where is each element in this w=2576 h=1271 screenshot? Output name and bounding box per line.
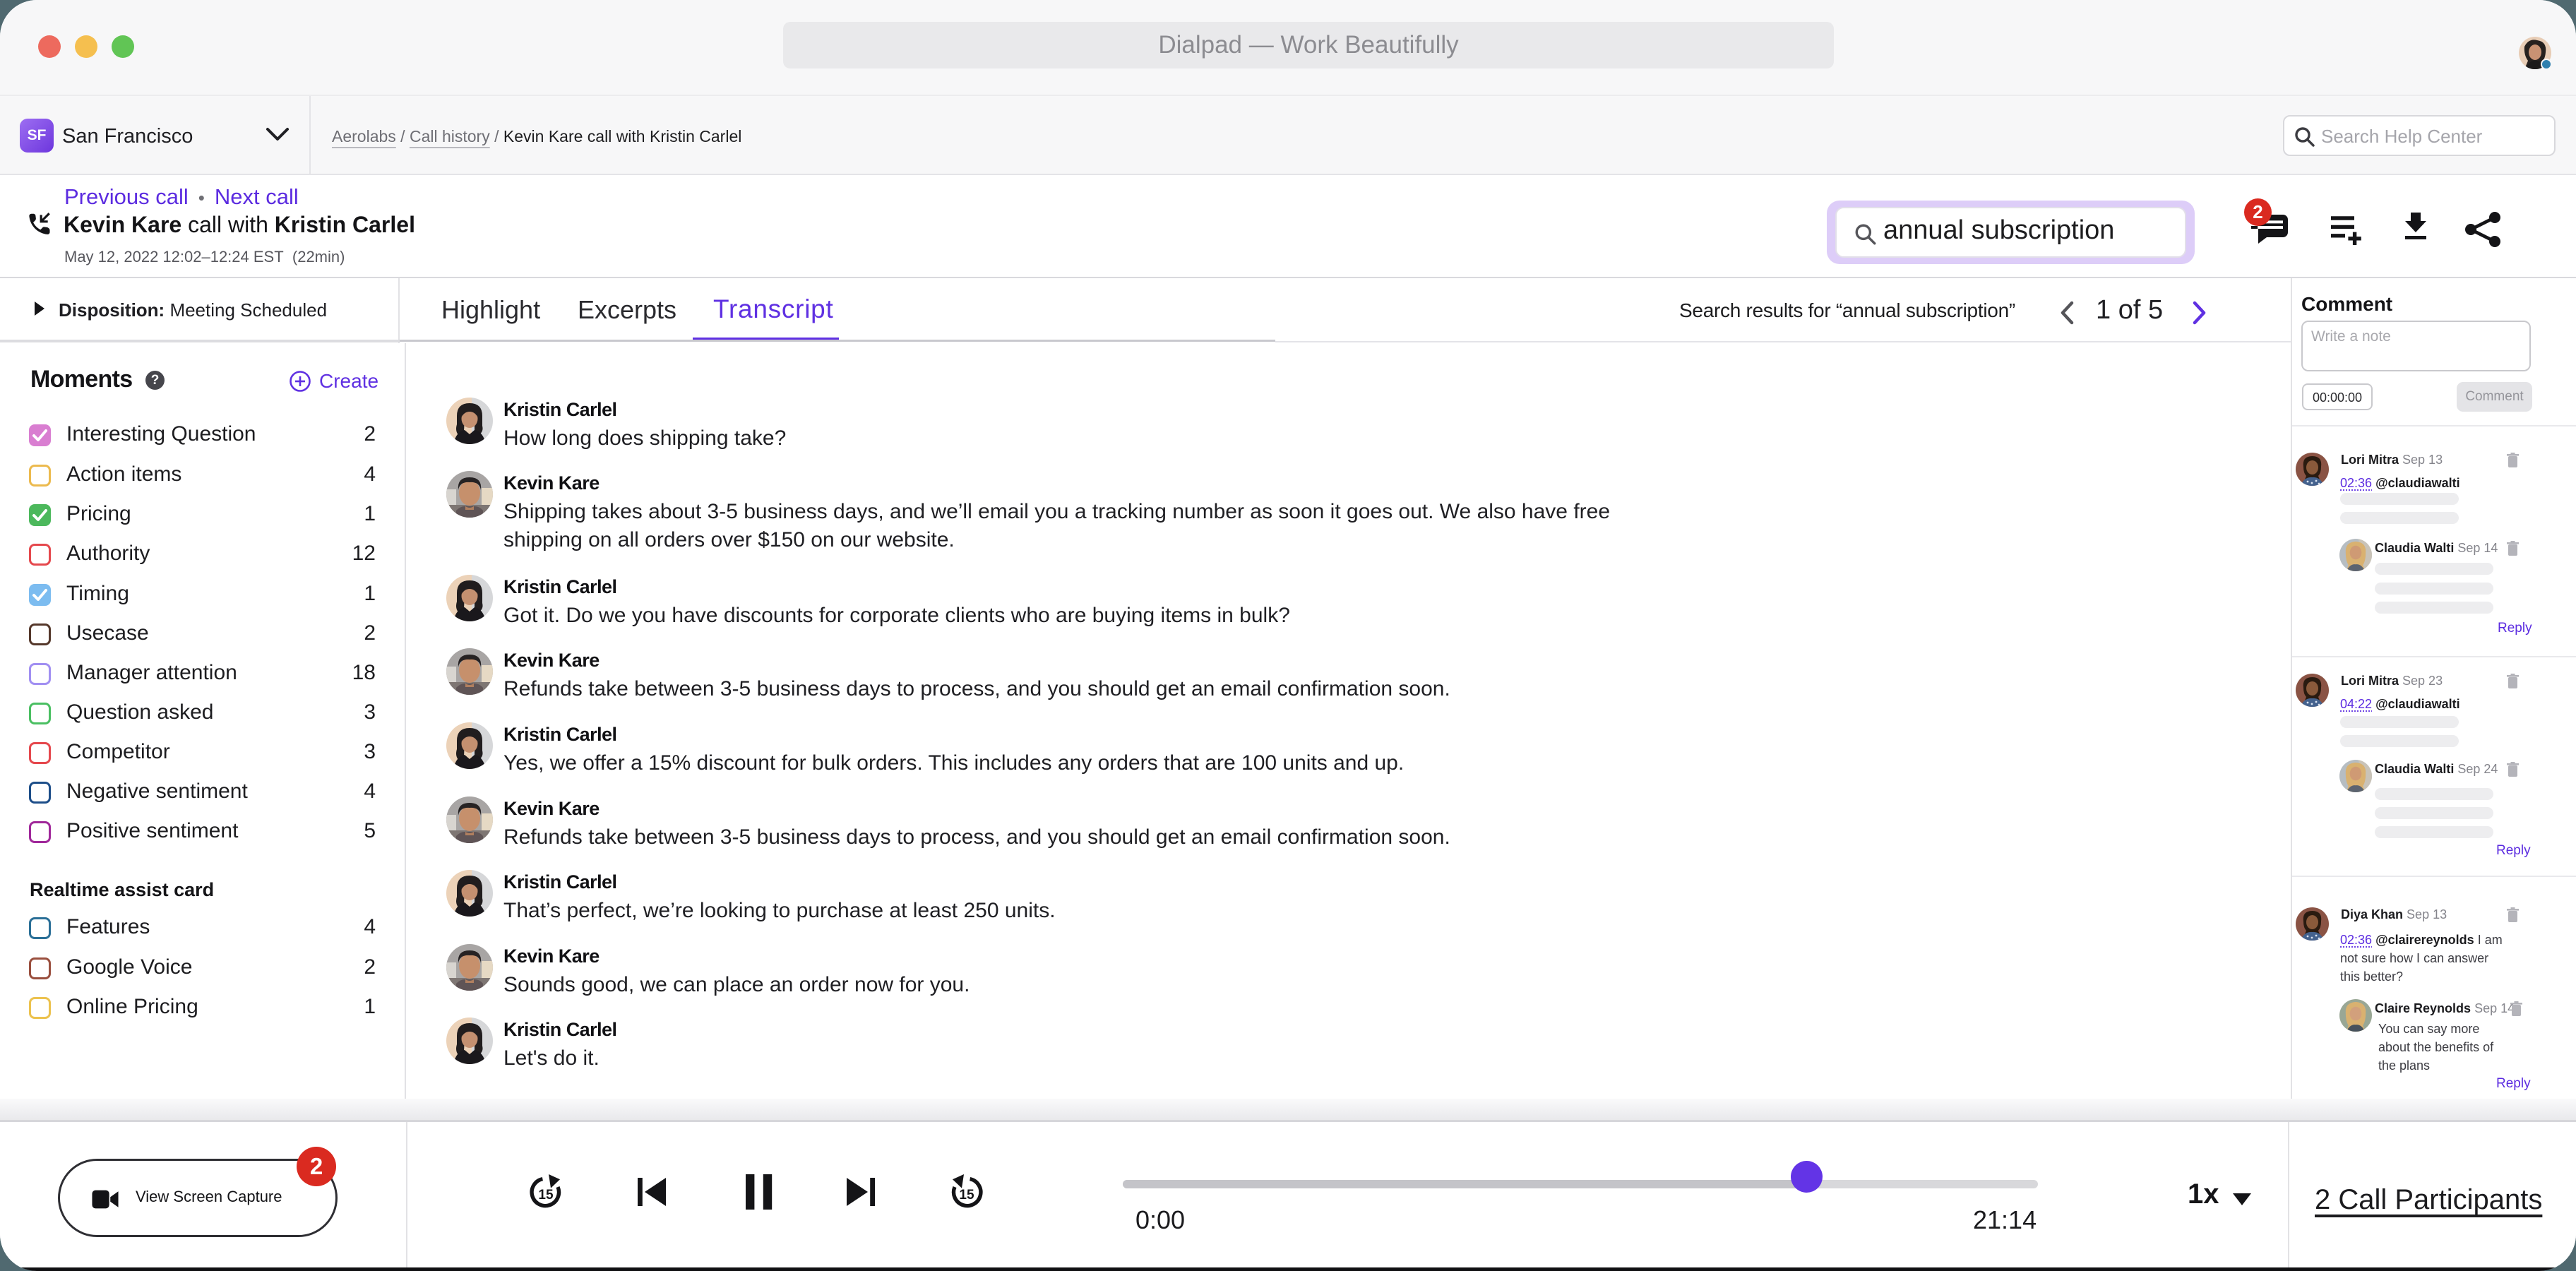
svg-text:15: 15 bbox=[538, 1188, 554, 1203]
svg-text:15: 15 bbox=[959, 1188, 974, 1203]
